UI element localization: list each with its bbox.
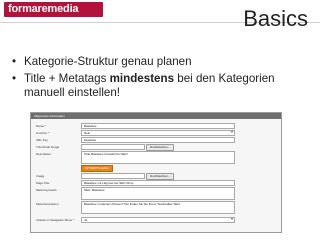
- form-header: Allgemeine Information: [31, 113, 281, 119]
- form-row-include-nav: Include in Navigation Menu * Ja: [31, 217, 281, 224]
- slide-title: Basics: [243, 6, 308, 31]
- page-title-field[interactable]: Basteltee mit Lidgruss bei SEO Shop: [81, 180, 235, 186]
- bullet-text-part: Title + Metatags: [24, 72, 110, 85]
- include-nav-label: Include in Navigation Menu *: [36, 218, 75, 222]
- name-label: Name *: [36, 124, 47, 128]
- wysiwyg-editor-button[interactable]: WYSIWYG Editor: [81, 165, 113, 172]
- thumbnail-label: Thumbnail Image: [36, 145, 60, 149]
- form-row-meta-description: Meta Description Basteltee zu kleinen Pr…: [31, 201, 281, 214]
- name-field[interactable]: Basteltee: [81, 123, 235, 129]
- url-key-label: URL Key: [36, 138, 48, 142]
- bullet-list: • Kategorie-Struktur genau planen • Titl…: [12, 55, 312, 103]
- description-textarea[interactable]: Tolle Basteltee Auswahl bei SEO: [81, 151, 235, 164]
- bullet-dot-icon: •: [12, 55, 17, 68]
- category-form-screenshot: Allgemeine Information Name * Basteltee …: [30, 112, 282, 233]
- form-row-thumbnail: Thumbnail Image Durchsuchen...: [31, 144, 281, 151]
- image-label: Image: [36, 174, 45, 178]
- bullet-dot-icon: •: [12, 72, 17, 85]
- meta-keywords-textarea[interactable]: SEO, Basteltee: [81, 187, 235, 200]
- form-row-meta-keywords: Meta Keywords SEO, Basteltee: [31, 187, 281, 200]
- url-key-field[interactable]: basteltee: [81, 137, 235, 143]
- logo-text: formaremedia: [8, 3, 79, 15]
- form-row-wysiwyg: WYSIWYG Editor: [31, 165, 281, 172]
- bullet-text-strong: mindestens: [109, 72, 175, 85]
- include-nav-select[interactable]: Ja: [81, 217, 235, 223]
- meta-keywords-label: Meta Keywords: [36, 188, 57, 192]
- thumbnail-file-field[interactable]: [81, 144, 145, 150]
- image-file-field[interactable]: [81, 173, 145, 179]
- page-title-label: Page Title: [36, 181, 50, 185]
- form-row-description: Description Tolle Basteltee Auswahl bei …: [31, 151, 281, 164]
- slide-header: formaremedia Basics: [0, 0, 320, 38]
- meta-description-label: Meta Description: [36, 202, 59, 206]
- formaremedia-logo: formaremedia: [4, 2, 103, 17]
- thumbnail-browse-button[interactable]: Durchsuchen...: [146, 144, 175, 151]
- is-active-label: Is Active *: [36, 131, 50, 135]
- description-label: Description: [36, 152, 52, 156]
- bullet-item: • Kategorie-Struktur genau planen: [12, 55, 312, 69]
- image-browse-button[interactable]: Durchsuchen...: [146, 173, 175, 180]
- meta-description-textarea[interactable]: Basteltee zu kleinen Preisen? Die finden…: [81, 201, 235, 214]
- form-row-image: Image Durchsuchen...: [31, 173, 281, 180]
- is-active-select[interactable]: Nein: [81, 130, 235, 136]
- bullet-item: • Title + Metatags mindestens bei den Ka…: [12, 72, 312, 100]
- bullet-text: Title + Metatags mindestens bei den Kate…: [24, 72, 312, 100]
- form-row-is-active: Is Active * Nein: [31, 130, 281, 137]
- bullet-text: Kategorie-Struktur genau planen: [24, 55, 192, 68]
- form-row-url-key: URL Key basteltee: [31, 137, 281, 144]
- form-row-page-title: Page Title Basteltee mit Lidgruss bei SE…: [31, 180, 281, 187]
- form-row-name: Name * Basteltee: [31, 123, 281, 130]
